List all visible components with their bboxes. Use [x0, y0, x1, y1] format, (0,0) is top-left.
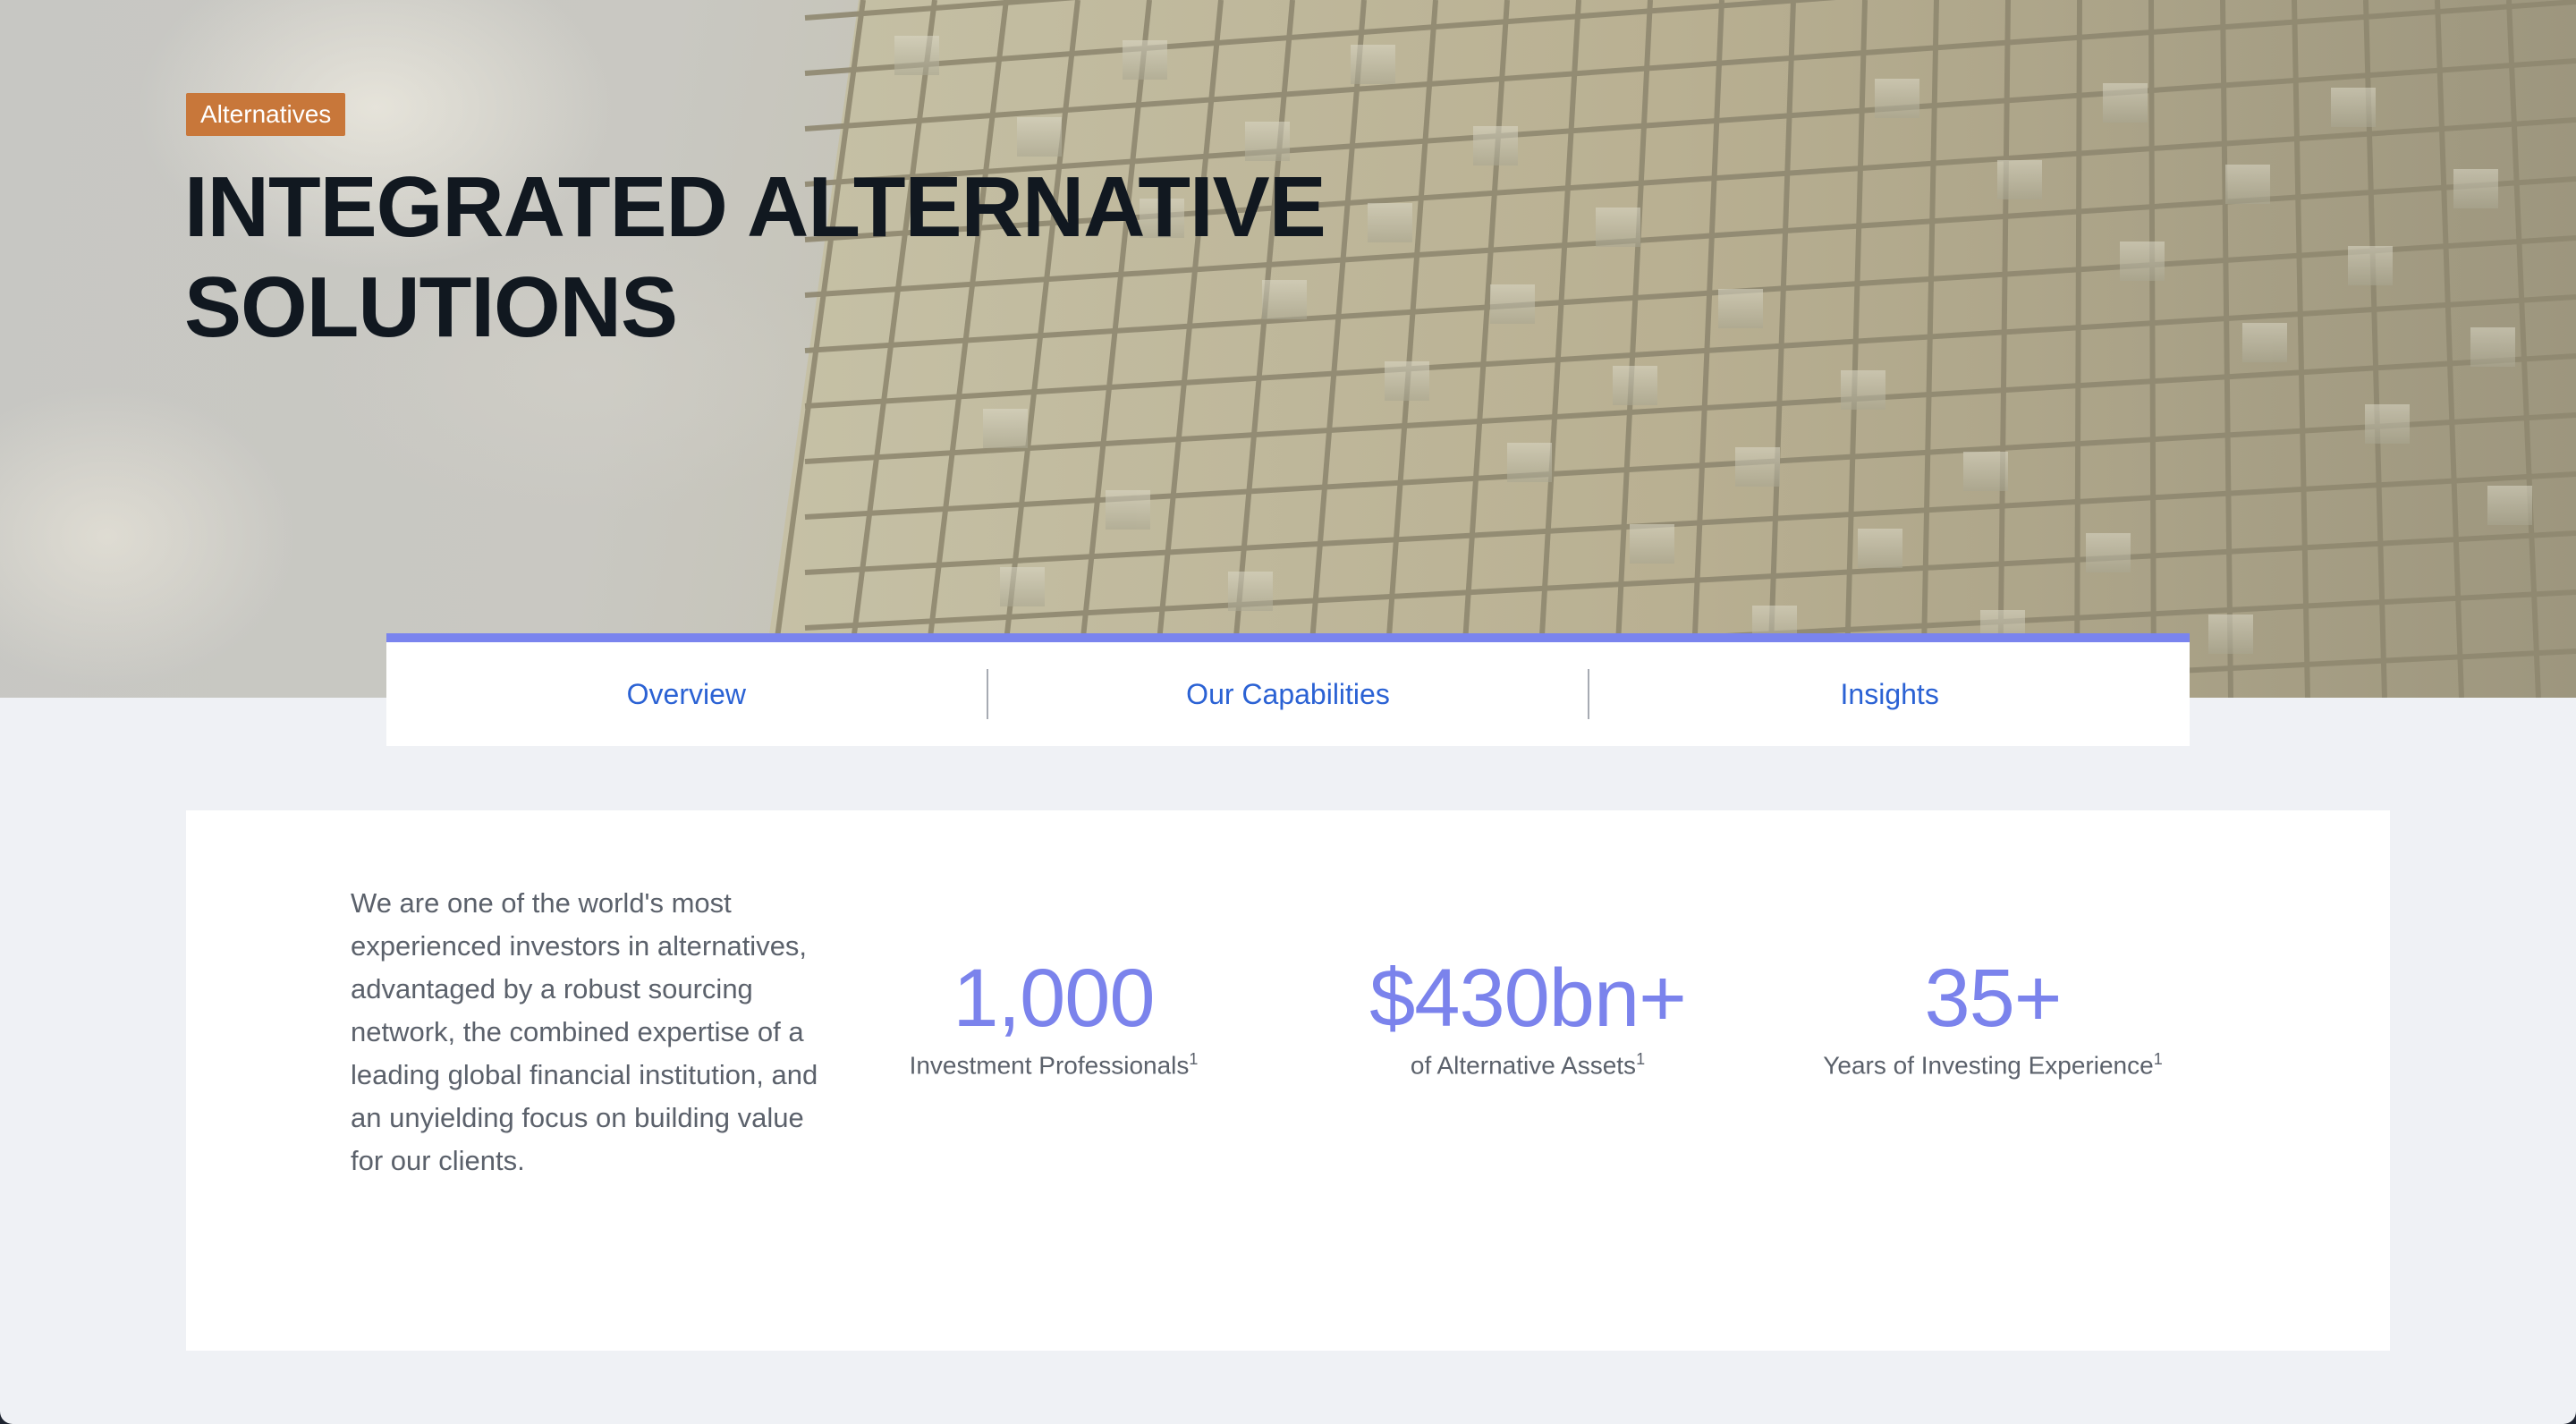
stat-label-text: Investment Professionals — [909, 1051, 1190, 1080]
section-tabs: Overview Our Capabilities Insights — [386, 633, 2190, 746]
tab-our-capabilities[interactable]: Our Capabilities — [988, 678, 1589, 711]
page-title: INTEGRATED ALTERNATIVE SOLUTIONS — [184, 159, 1326, 355]
intro-text: We are one of the world's most experienc… — [351, 887, 818, 1176]
stat-investment-professionals: 1,000 Investment Professionals1 — [866, 957, 1241, 1080]
category-badge[interactable]: Alternatives — [186, 93, 346, 136]
footnote-marker: 1 — [1636, 1050, 1646, 1068]
stat-value: 35+ — [1924, 953, 2062, 1044]
stat-label: Investment Professionals1 — [866, 1050, 1241, 1080]
hero-banner: Alternatives INTEGRATED ALTERNATIVE SOLU… — [0, 0, 2576, 698]
page: Alternatives INTEGRATED ALTERNATIVE SOLU… — [0, 0, 2576, 1424]
footnote-marker: 1 — [1189, 1050, 1199, 1068]
stat-alternative-assets: $430bn+ of Alternative Assets1 — [1340, 957, 1716, 1080]
stat-label: of Alternative Assets1 — [1340, 1050, 1716, 1080]
stat-years-experience: 35+ Years of Investing Experience1 — [1805, 957, 2181, 1080]
stats-card: We are one of the world's most experienc… — [186, 810, 2390, 1351]
stat-label: Years of Investing Experience1 — [1805, 1050, 2181, 1080]
tab-insights[interactable]: Insights — [1589, 678, 2190, 711]
stat-label-text: of Alternative Assets — [1410, 1051, 1637, 1080]
stat-value: 1,000 — [953, 953, 1155, 1044]
tab-overview[interactable]: Overview — [386, 678, 987, 711]
footnote-marker: 1 — [2153, 1050, 2163, 1068]
stat-label-text: Years of Investing Experience — [1823, 1051, 2154, 1080]
stat-value: $430bn+ — [1369, 953, 1687, 1044]
